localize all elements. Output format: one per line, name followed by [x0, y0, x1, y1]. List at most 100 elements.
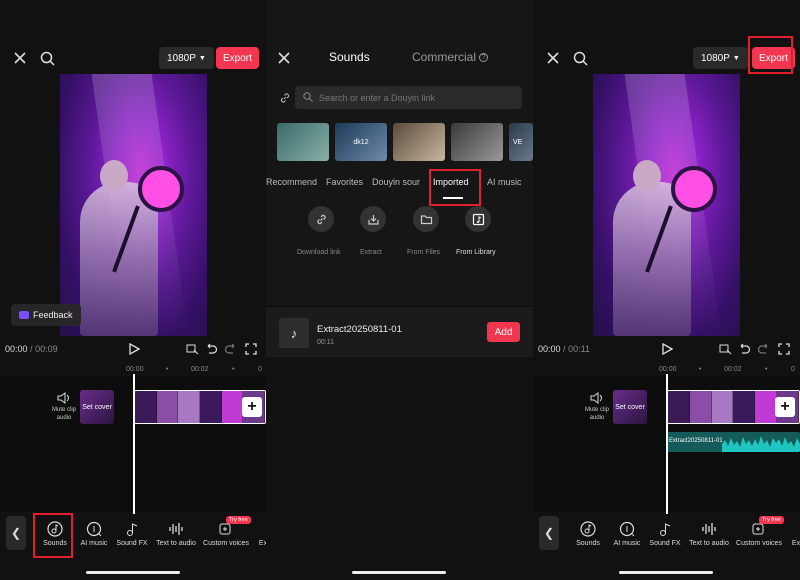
resolution-select[interactable]: 1080P ▼ [693, 47, 748, 69]
play-icon[interactable] [128, 342, 141, 360]
tool-more[interactable]: Ex [258, 520, 266, 547]
export-button[interactable]: Export [216, 47, 259, 69]
category-favorites[interactable]: Favorites [326, 177, 363, 187]
feedback-button[interactable]: Feedback [11, 304, 81, 326]
tool-label: Sounds [576, 540, 600, 547]
tool-text-to-audio[interactable]: Text to audio [687, 520, 731, 547]
link-icon[interactable] [278, 91, 292, 105]
tool-more[interactable]: Ex [791, 520, 800, 547]
fullscreen-icon[interactable] [778, 342, 790, 360]
tool-sounds[interactable]: Sounds [571, 520, 605, 547]
caret-down-icon: ▼ [198, 54, 206, 62]
home-indicator [86, 571, 180, 574]
undo-icon[interactable] [205, 342, 218, 360]
feedback-label: Feedback [33, 310, 73, 320]
editor-panel-after: 1080P ▼ Export 00:00 / 00:11 00:00 • 00:0… [533, 0, 800, 580]
sound-fx-icon [115, 520, 149, 538]
fullscreen-icon[interactable] [245, 342, 257, 360]
thumbnail-card[interactable] [451, 123, 503, 161]
tool-label: Text to audio [156, 540, 196, 547]
search-input[interactable]: Search or enter a Douyin link [295, 86, 522, 109]
import-option-label: From Library [456, 249, 496, 256]
back-arrow-icon[interactable]: ❮ [539, 516, 559, 550]
speaker-icon [577, 392, 617, 406]
ruler-tick: • [699, 366, 702, 373]
import-option-label: Download link [297, 249, 341, 256]
resolution-value: 1080P [167, 52, 196, 64]
time-total: 00:11 [568, 344, 590, 354]
tool-text-to-audio[interactable]: Text to audio [154, 520, 198, 547]
tool-sound-fx[interactable]: Sound FX [115, 520, 149, 547]
mute-clip-audio-button[interactable]: Mute clip audio [577, 392, 617, 422]
highlight-box [748, 36, 793, 74]
add-clip-button[interactable]: + [775, 397, 795, 417]
sounds-panel: Sounds Commercial ? Search or enter a Do… [266, 0, 533, 580]
download-link-icon[interactable] [308, 206, 334, 232]
playhead[interactable] [133, 374, 135, 514]
time-current: 00:00 [538, 344, 561, 354]
search-placeholder: Search or enter a Douyin link [319, 92, 436, 103]
ruler-tick: 0 [791, 366, 795, 373]
tab-commercial[interactable]: Commercial ? [412, 50, 489, 64]
tool-ai-music[interactable]: AI music [78, 520, 110, 547]
undo-icon[interactable] [738, 342, 751, 360]
thumbnail-card[interactable]: VE [509, 123, 533, 161]
category-douyin-sounds[interactable]: Douyin sour [372, 177, 420, 187]
keyframe-icon[interactable] [186, 342, 199, 360]
video-preview [593, 74, 740, 336]
info-icon: ? [479, 52, 489, 62]
keyframe-icon[interactable] [719, 342, 732, 360]
tool-label: AI music [80, 540, 108, 547]
close-icon[interactable] [276, 50, 292, 66]
home-indicator [352, 571, 446, 574]
search-icon[interactable] [38, 49, 56, 67]
thumbnail-card[interactable]: dk12 [335, 123, 387, 161]
tool-custom-voices[interactable]: Custom voices [735, 520, 783, 547]
ai-music-icon [611, 520, 643, 538]
back-arrow-icon[interactable]: ❮ [6, 516, 26, 550]
tool-sound-fx[interactable]: Sound FX [648, 520, 682, 547]
add-button[interactable]: Add [487, 322, 520, 342]
mute-label: Mute clip audio [51, 407, 76, 421]
set-cover-button[interactable]: Set cover [613, 390, 647, 424]
thumbnail-card[interactable] [393, 123, 445, 161]
try-free-badge: Try free [226, 516, 251, 524]
category-ai-music[interactable]: AI music [487, 177, 522, 187]
library-icon[interactable] [465, 206, 491, 232]
resolution-value: 1080P [701, 52, 730, 64]
play-icon[interactable] [661, 342, 674, 360]
search-icon[interactable] [571, 49, 589, 67]
add-clip-button[interactable]: + [242, 397, 262, 417]
playhead[interactable] [666, 374, 668, 514]
thumbnail-card[interactable] [277, 123, 329, 161]
redo-icon[interactable] [757, 342, 770, 360]
music-note-icon: ♪ [279, 318, 309, 348]
redo-icon[interactable] [224, 342, 237, 360]
sounds-icon [571, 520, 605, 538]
time-separator: / [30, 344, 33, 354]
ruler-tick: 00:00 [126, 366, 144, 373]
playback-time: 00:00 / 00:09 [5, 344, 58, 354]
tool-label: Text to audio [689, 540, 729, 547]
folder-icon[interactable] [413, 206, 439, 232]
extract-icon[interactable] [360, 206, 386, 232]
video-preview [60, 74, 207, 336]
sound-fx-icon [648, 520, 682, 538]
tab-sounds[interactable]: Sounds [329, 50, 370, 64]
set-cover-button[interactable]: Set cover [80, 390, 114, 424]
tool-ai-music[interactable]: AI music [611, 520, 643, 547]
speaker-icon [44, 392, 84, 406]
tool-label: AI music [613, 540, 641, 547]
mute-clip-audio-button[interactable]: Mute clip audio [44, 392, 84, 422]
resolution-select[interactable]: 1080P ▼ [159, 47, 214, 69]
caret-down-icon: ▼ [732, 54, 740, 62]
close-icon[interactable] [545, 50, 561, 66]
category-recommend[interactable]: Recommend [266, 177, 317, 187]
close-icon[interactable] [12, 50, 28, 66]
tool-label: Ex [258, 540, 266, 547]
import-option-label: From Files [407, 249, 441, 256]
try-free-badge: Try free [759, 516, 784, 524]
tool-custom-voices[interactable]: Custom voices [202, 520, 250, 547]
highlight-box [429, 169, 481, 206]
audio-track-clip[interactable]: Extract20250811-01 [667, 432, 800, 452]
